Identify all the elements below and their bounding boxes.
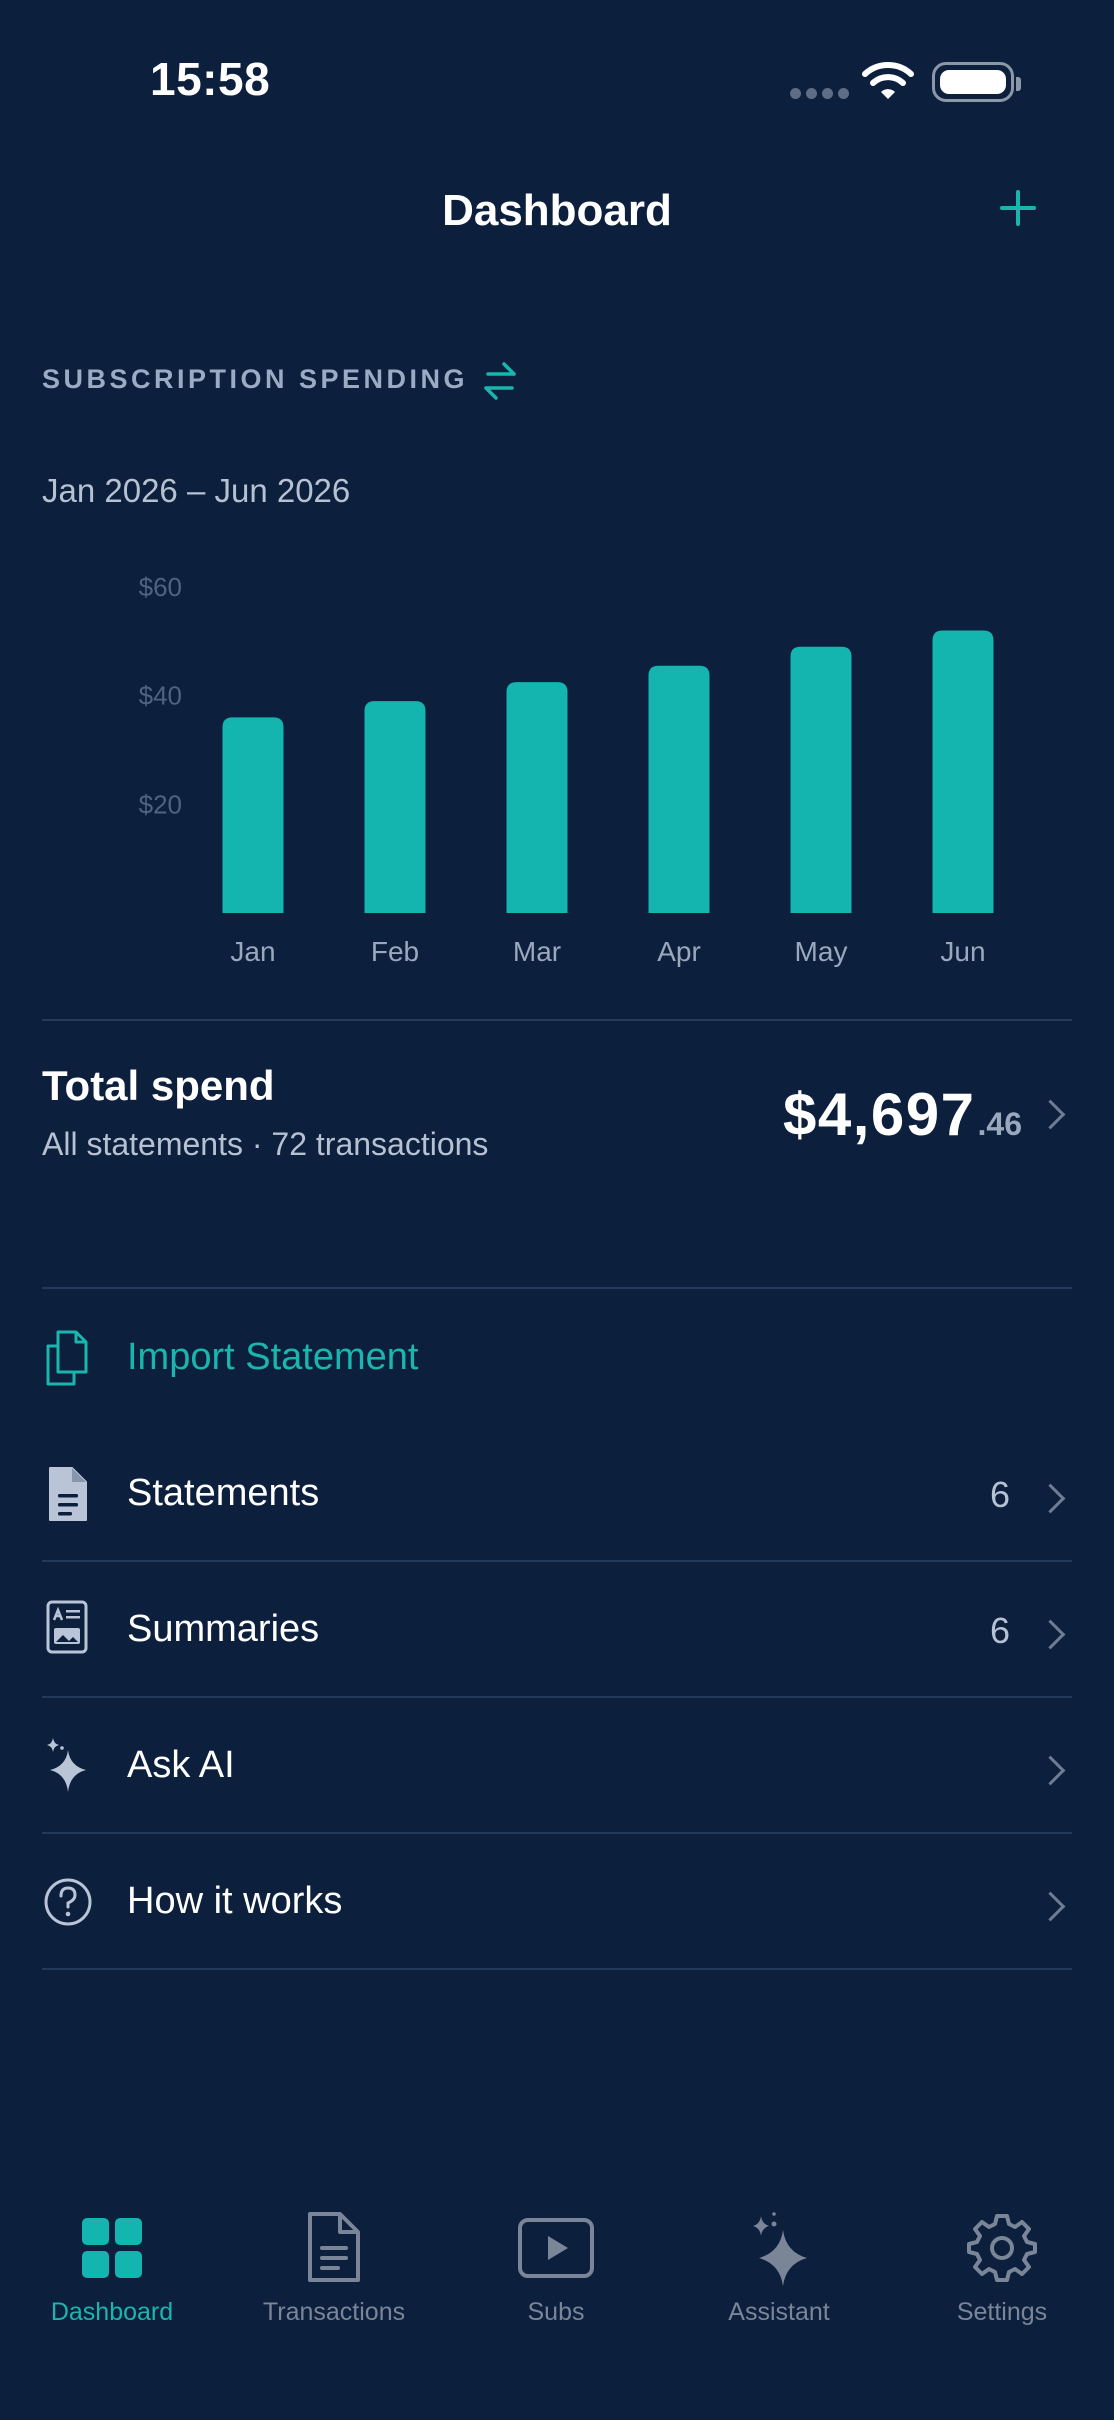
section-title: SUBSCRIPTION SPENDING <box>42 364 469 394</box>
y-tick-label: $60 <box>139 572 182 602</box>
document-icon <box>49 1467 87 1521</box>
list-item-label: How it works <box>127 1880 343 1922</box>
y-tick-label: $20 <box>139 789 182 819</box>
x-tick-label: Apr <box>657 936 701 967</box>
list-item-ask-ai[interactable]: Ask AI <box>0 1698 1114 1832</box>
divider <box>42 1287 1072 1289</box>
chart-bar[interactable] <box>932 630 994 913</box>
divider <box>42 1968 1072 1970</box>
chart-bar[interactable] <box>222 717 284 913</box>
tab-subs[interactable]: Subs <box>446 2210 666 2327</box>
spending-chart: $20 $40 $60 Jan Feb Mar Apr May Jun <box>139 572 994 967</box>
x-tick-label: Feb <box>371 936 419 967</box>
total-spend-title: Total spend <box>42 1062 275 1109</box>
page-title: Dashboard <box>442 186 672 235</box>
document-icon <box>308 2212 360 2282</box>
sparkles-icon <box>753 2212 807 2286</box>
total-spend-subtitle: All statements · 72 transactions <box>42 1126 489 1162</box>
gear-icon <box>967 2214 1037 2282</box>
tab-label: Transactions <box>262 2298 406 2326</box>
import-statement-button[interactable]: Import Statement <box>127 1336 418 1379</box>
add-button[interactable] <box>990 180 1046 236</box>
grid-icon <box>82 2218 142 2278</box>
divider <box>42 1019 1072 1021</box>
tab-dashboard[interactable]: Dashboard <box>2 2210 222 2327</box>
x-tick-label: Mar <box>513 936 561 967</box>
list-item-count: 6 <box>990 1474 1011 1515</box>
chevron-right-icon <box>1035 1891 1066 1922</box>
documents-copy-icon[interactable] <box>42 1328 94 1388</box>
list-item-label: Ask AI <box>127 1744 235 1786</box>
list-item-statements[interactable]: Statements 6 <box>0 1420 1114 1560</box>
x-tick-label: Jun <box>940 936 985 967</box>
cellular-signal-icon <box>790 88 849 99</box>
chevron-right-icon[interactable] <box>1035 1099 1066 1130</box>
list-item-count: 6 <box>990 1610 1011 1651</box>
amount-main: $4,697 <box>783 1081 976 1148</box>
tab-label: Settings <box>956 2298 1048 2326</box>
chart-bar[interactable] <box>790 646 852 913</box>
chevron-right-icon <box>1035 1483 1066 1514</box>
x-tick-label: May <box>795 936 848 967</box>
chevron-right-icon <box>1035 1619 1066 1650</box>
date-range: Jan 2026 – Jun 2026 <box>42 472 351 509</box>
swap-arrows-icon[interactable] <box>480 360 520 402</box>
chart-bar[interactable] <box>506 682 568 913</box>
wifi-icon <box>862 62 914 99</box>
chart-bar[interactable] <box>364 701 426 913</box>
list-item-label: Summaries <box>127 1608 320 1650</box>
question-circle-icon <box>44 1878 92 1926</box>
list-item-how-it-works[interactable]: How it works <box>0 1834 1114 1968</box>
tab-label: Dashboard <box>50 2298 174 2326</box>
y-tick-label: $40 <box>139 681 182 711</box>
battery-icon <box>932 62 1021 102</box>
x-tick-label: Jan <box>230 936 275 967</box>
total-spend-amount[interactable]: $4,697 .46 <box>783 1080 1022 1149</box>
chevron-right-icon <box>1035 1755 1066 1786</box>
chart-bar[interactable] <box>648 665 710 913</box>
list-item-label: Statements <box>127 1472 320 1514</box>
tab-label: Assistant <box>728 2298 830 2326</box>
list-item-summaries[interactable]: Summaries 6 <box>0 1562 1114 1696</box>
amount-cents: .46 <box>977 1106 1022 1142</box>
tab-label: Subs <box>527 2298 585 2326</box>
play-icon <box>518 2218 594 2278</box>
tab-settings[interactable]: Settings <box>892 2210 1112 2327</box>
sparkles-icon <box>47 1738 86 1792</box>
status-time: 15:58 <box>150 53 271 105</box>
tab-assistant[interactable]: Assistant <box>669 2210 889 2327</box>
tab-transactions[interactable]: Transactions <box>224 2210 444 2327</box>
summary-card-icon <box>46 1600 88 1654</box>
